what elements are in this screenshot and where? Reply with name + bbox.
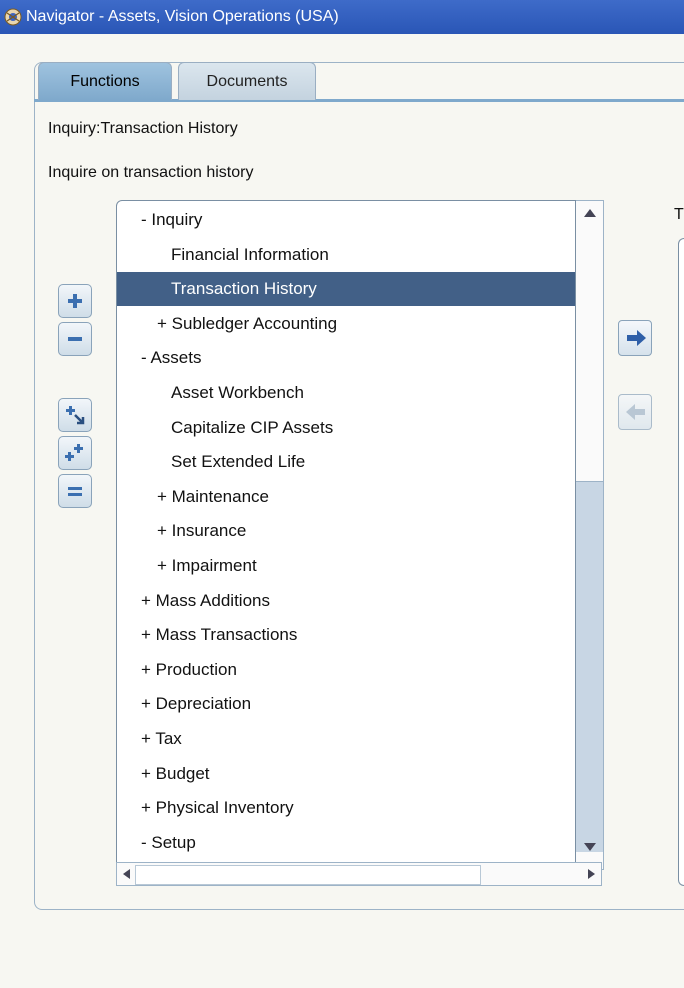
expand-branch-icon [66, 406, 85, 425]
scroll-down-icon[interactable] [582, 841, 598, 853]
tree-item[interactable]: + Insurance [117, 514, 575, 548]
tree-item[interactable]: + Budget [117, 757, 575, 791]
tree-item[interactable]: - Inquiry [117, 203, 575, 237]
tree-item[interactable]: + Impairment [117, 549, 575, 583]
tree-item[interactable]: + Mass Additions [117, 584, 575, 618]
tree-item[interactable]: Asset Workbench [117, 376, 575, 410]
plus-icon [68, 294, 82, 308]
minus-icon [68, 337, 82, 341]
tab-functions[interactable]: Functions [38, 62, 172, 100]
window-titlebar[interactable]: Navigator - Assets, Vision Operations (U… [0, 0, 684, 34]
scroll-right-icon[interactable] [585, 868, 597, 880]
vertical-scroll-thumb[interactable] [576, 481, 603, 852]
tree-item[interactable]: + Maintenance [117, 480, 575, 514]
tree-horizontal-scrollbar[interactable] [116, 862, 602, 886]
tree-item[interactable]: Financial Information [117, 238, 575, 272]
top-ten-label-partial: T [674, 206, 684, 223]
expand-branch-button[interactable] [58, 398, 92, 432]
horizontal-scroll-thumb[interactable] [135, 865, 481, 885]
expand-all-icon [65, 444, 83, 461]
tree-item[interactable]: + Subledger Accounting [117, 307, 575, 341]
collapse-all-icon [68, 487, 82, 496]
tree-item[interactable]: - Assets [117, 341, 575, 375]
function-description: Inquire on transaction history [48, 164, 254, 181]
tree-vertical-scrollbar[interactable] [576, 200, 604, 870]
function-name-label: Inquiry:Transaction History [48, 120, 238, 137]
scroll-up-icon[interactable] [582, 207, 598, 219]
collapse-all-button[interactable] [58, 474, 92, 508]
function-tree[interactable]: - Inquiry Financial Information Transactio… [116, 200, 576, 886]
tab-documents[interactable]: Documents [178, 62, 316, 100]
window-title: Navigator - Assets, Vision Operations (U… [26, 8, 339, 25]
tree-item[interactable]: + Mass Transactions [117, 618, 575, 652]
tree-item[interactable]: Transaction History [117, 272, 575, 307]
scroll-left-icon[interactable] [121, 868, 133, 880]
add-to-top-ten-button[interactable] [618, 320, 652, 356]
oracle-app-icon [4, 8, 22, 26]
tree-item[interactable]: + Tax [117, 722, 575, 756]
tree-item[interactable]: + Depreciation [117, 687, 575, 721]
top-ten-list[interactable] [678, 238, 684, 886]
left-arrow-icon [626, 404, 645, 420]
tree-item[interactable]: Set Extended Life [117, 445, 575, 479]
tree-item[interactable]: - Setup [117, 826, 575, 860]
remove-from-top-ten-button[interactable] [618, 394, 652, 430]
expand-all-button[interactable] [58, 436, 92, 470]
right-arrow-icon [627, 330, 646, 346]
tree-item[interactable]: + Physical Inventory [117, 791, 575, 825]
tree-item[interactable]: Capitalize CIP Assets [117, 411, 575, 445]
expand-button[interactable] [58, 284, 92, 318]
collapse-button[interactable] [58, 322, 92, 356]
tree-item[interactable]: + Production [117, 653, 575, 687]
